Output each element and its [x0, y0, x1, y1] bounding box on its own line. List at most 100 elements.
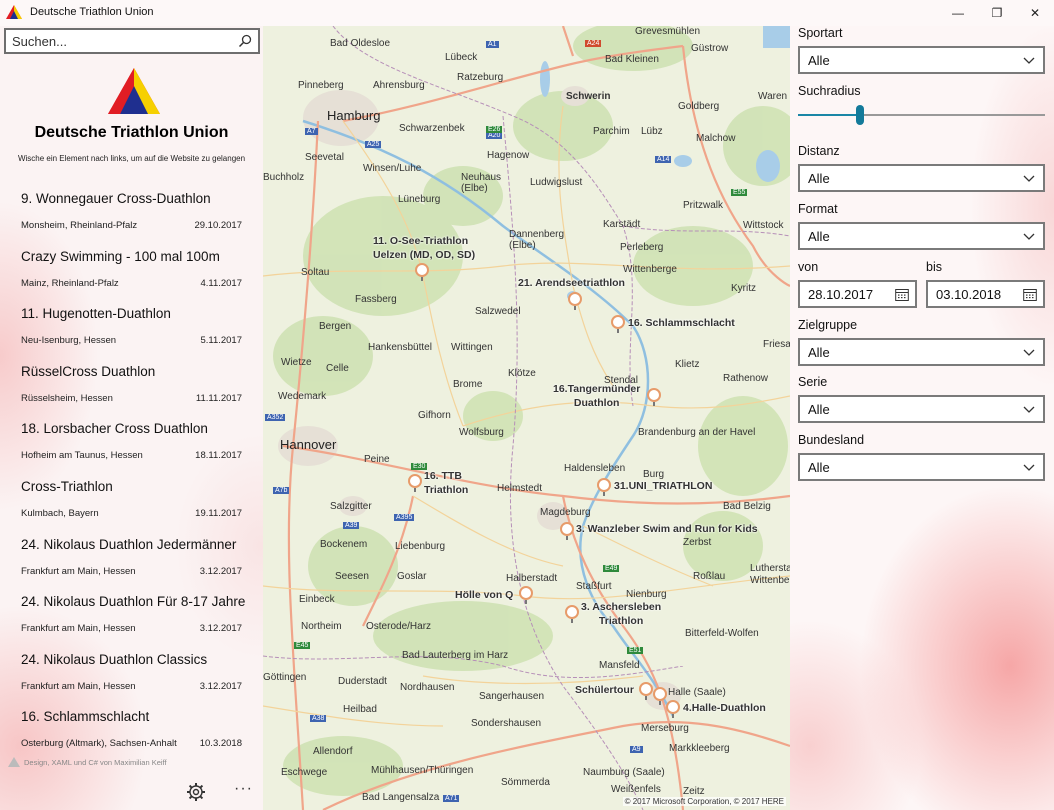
list-item[interactable]: 18. Lorsbacher Cross Duathlon Hofheim am…	[0, 414, 263, 472]
bis-date-picker[interactable]: 03.10.2018	[926, 280, 1045, 308]
chevron-down-icon	[1023, 175, 1035, 182]
list-item[interactable]: RüsselCross Duathlon Rüsselsheim, Hessen…	[0, 357, 263, 415]
sportart-dropdown[interactable]: Alle	[798, 46, 1045, 74]
city-label: Merseburg	[641, 723, 689, 734]
city-label: Wittenberge	[623, 264, 677, 275]
event-marker[interactable]	[666, 700, 680, 718]
city-label: Zeitz	[683, 786, 705, 797]
format-value: Alle	[808, 229, 830, 244]
serie-label: Serie	[798, 375, 828, 389]
road-shield: E55	[731, 189, 748, 196]
calendar-icon	[895, 289, 909, 301]
event-date: 3.12.2017	[199, 623, 242, 635]
zielgruppe-value: Alle	[808, 345, 830, 360]
city-label: Kyritz	[731, 283, 756, 294]
von-date-picker[interactable]: 28.10.2017	[798, 280, 917, 308]
list-item[interactable]: Crazy Swimming - 100 mal 100m Mainz, Rhe…	[0, 242, 263, 300]
serie-dropdown[interactable]: Alle	[798, 395, 1045, 423]
event-map-label: Schülertour	[575, 684, 634, 696]
event-location: Kulmbach, Bayern	[21, 507, 99, 519]
city-label: Klietz	[675, 359, 700, 370]
close-button[interactable]: ✕	[1012, 0, 1054, 26]
city-label: Staßfurt	[576, 581, 612, 592]
calendar-icon	[1023, 289, 1037, 301]
city-label: Lutherstadt	[750, 563, 790, 574]
list-item[interactable]: 24. Nikolaus Duathlon Für 8-17 Jahre Fra…	[0, 587, 263, 645]
event-list-pane: Deutsche Triathlon Union Wische ein Elem…	[0, 26, 263, 810]
event-marker[interactable]	[568, 292, 582, 310]
event-name: 16. Schlammschlacht	[21, 709, 150, 725]
event-marker[interactable]	[597, 478, 611, 496]
list-item[interactable]: 9. Wonnegauer Cross-Duathlon Monsheim, R…	[0, 184, 263, 242]
list-item[interactable]: 24. Nikolaus Duathlon Classics Frankfurt…	[0, 645, 263, 703]
city-label: Seesen	[335, 571, 369, 582]
list-item[interactable]: 16. Schlammschlacht Osterburg (Altmark),…	[0, 702, 263, 760]
zielgruppe-dropdown[interactable]: Alle	[798, 338, 1045, 366]
event-name: Cross-Triathlon	[21, 478, 113, 494]
city-label: Wittenberg	[750, 575, 790, 586]
event-name: 24. Nikolaus Duathlon Classics	[21, 651, 208, 667]
list-item[interactable]: Cross-Triathlon Kulmbach, Bayern 19.11.2…	[0, 472, 263, 530]
event-marker[interactable]	[647, 388, 661, 406]
city-label: Eschwege	[281, 767, 328, 778]
city-label: Seevetal	[305, 152, 344, 163]
distanz-value: Alle	[808, 171, 830, 186]
event-map-label: 16. Schlammschlacht	[628, 317, 735, 329]
event-location: Rüsselsheim, Hessen	[21, 392, 113, 404]
city-label: Roßlau	[693, 571, 726, 582]
city-label: Zerbst	[683, 537, 712, 548]
event-map-label: 11. O-See-Triathlon Uelzen (MD, OD, SD)	[373, 235, 476, 261]
suchradius-slider[interactable]	[798, 105, 1045, 125]
city-label: Neuhaus (Elbe)	[461, 172, 502, 194]
format-label: Format	[798, 202, 838, 216]
event-name: 11. Hugenotten-Duathlon	[21, 306, 171, 322]
small-logo-icon	[8, 757, 20, 767]
search-box[interactable]	[4, 28, 260, 54]
city-label: Rathenow	[723, 373, 769, 384]
city-label: Bitterfeld-Wolfen	[685, 628, 759, 639]
list-item[interactable]: 24. Nikolaus Duathlon Jedermänner Frankf…	[0, 530, 263, 588]
bundesland-dropdown[interactable]: Alle	[798, 453, 1045, 481]
city-label: Nordhausen	[400, 682, 455, 693]
event-map-label: Hölle von Q	[455, 589, 514, 601]
city-label: Helmstedt	[497, 483, 543, 494]
city-label: Pinneberg	[298, 80, 344, 91]
event-date: 19.11.2017	[195, 507, 242, 519]
search-icon[interactable]	[238, 34, 252, 48]
event-marker[interactable]	[565, 605, 579, 623]
search-input[interactable]	[6, 30, 226, 52]
event-marker[interactable]	[653, 687, 667, 705]
city-label: Bad Belzig	[723, 501, 771, 512]
event-map-label: 21. Arendseetriathlon	[518, 277, 625, 289]
city-label: Klötze	[508, 368, 536, 379]
event-marker[interactable]	[408, 474, 422, 492]
von-value: 28.10.2017	[808, 287, 874, 302]
slider-thumb[interactable]	[856, 105, 864, 125]
event-marker[interactable]	[519, 586, 533, 604]
event-name: 18. Lorsbacher Cross Duathlon	[21, 421, 208, 437]
org-title: Deutsche Triathlon Union	[34, 124, 229, 141]
city-label: Hamburg	[327, 108, 381, 123]
city-label: Wittingen	[451, 342, 493, 353]
event-marker[interactable]	[415, 263, 429, 281]
list-item[interactable]: 11. Hugenotten-Duathlon Neu-Isenburg, He…	[0, 299, 263, 357]
city-label: Grevesmühlen	[635, 26, 701, 37]
city-label: Wolfsburg	[459, 427, 504, 438]
road-shield: A71	[443, 795, 460, 802]
filter-pane: Sportart Alle Suchradius Distanz Alle Fo…	[790, 26, 1054, 810]
map-view[interactable]: Lübeck Bad Oldesloe Grevesmühlen Güstrow…	[263, 26, 790, 810]
distanz-dropdown[interactable]: Alle	[798, 164, 1045, 192]
format-dropdown[interactable]: Alle	[798, 222, 1045, 250]
gear-icon[interactable]	[186, 782, 206, 802]
event-marker[interactable]	[611, 315, 625, 333]
sportart-value: Alle	[808, 53, 830, 68]
city-label: Lüneburg	[398, 194, 441, 205]
city-label: Wietze	[281, 357, 312, 368]
swipe-hint: Wische ein Element nach links, um auf di…	[17, 154, 246, 163]
city-label: Waren	[758, 91, 788, 102]
more-options-button[interactable]: ···	[234, 780, 253, 798]
window-title: Deutsche Triathlon Union	[30, 6, 154, 18]
event-marker[interactable]	[639, 682, 653, 700]
event-marker[interactable]	[560, 522, 574, 540]
map-copyright: © 2017 Microsoft Corporation, © 2017 HER…	[622, 797, 786, 806]
